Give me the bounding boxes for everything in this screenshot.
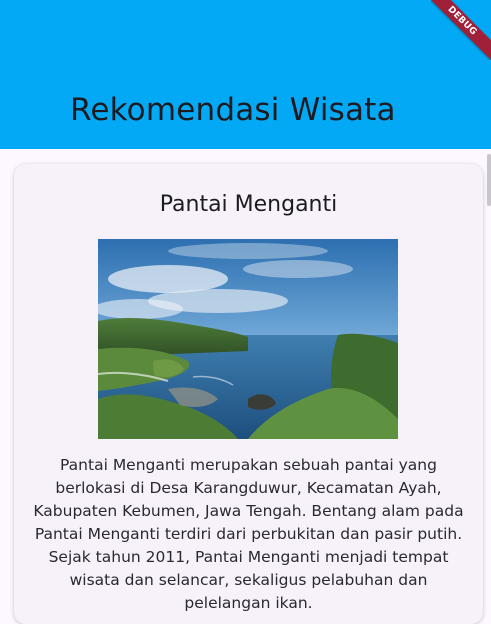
destination-title: Pantai Menganti bbox=[159, 192, 338, 217]
scrollbar[interactable] bbox=[487, 154, 491, 206]
page-title: Rekomendasi Wisata bbox=[70, 92, 396, 128]
destination-photo bbox=[98, 239, 398, 439]
destination-description: Pantai Menganti merupakan sebuah pantai … bbox=[33, 456, 464, 612]
app-bar: Rekomendasi Wisata bbox=[0, 0, 491, 149]
destination-card: Pantai Menganti Pantai Menganti merupaka… bbox=[14, 164, 483, 624]
debug-ribbon-label: DEBUG bbox=[431, 0, 491, 60]
beach-landscape-image bbox=[98, 239, 398, 439]
debug-banner: DEBUG bbox=[431, 0, 491, 60]
